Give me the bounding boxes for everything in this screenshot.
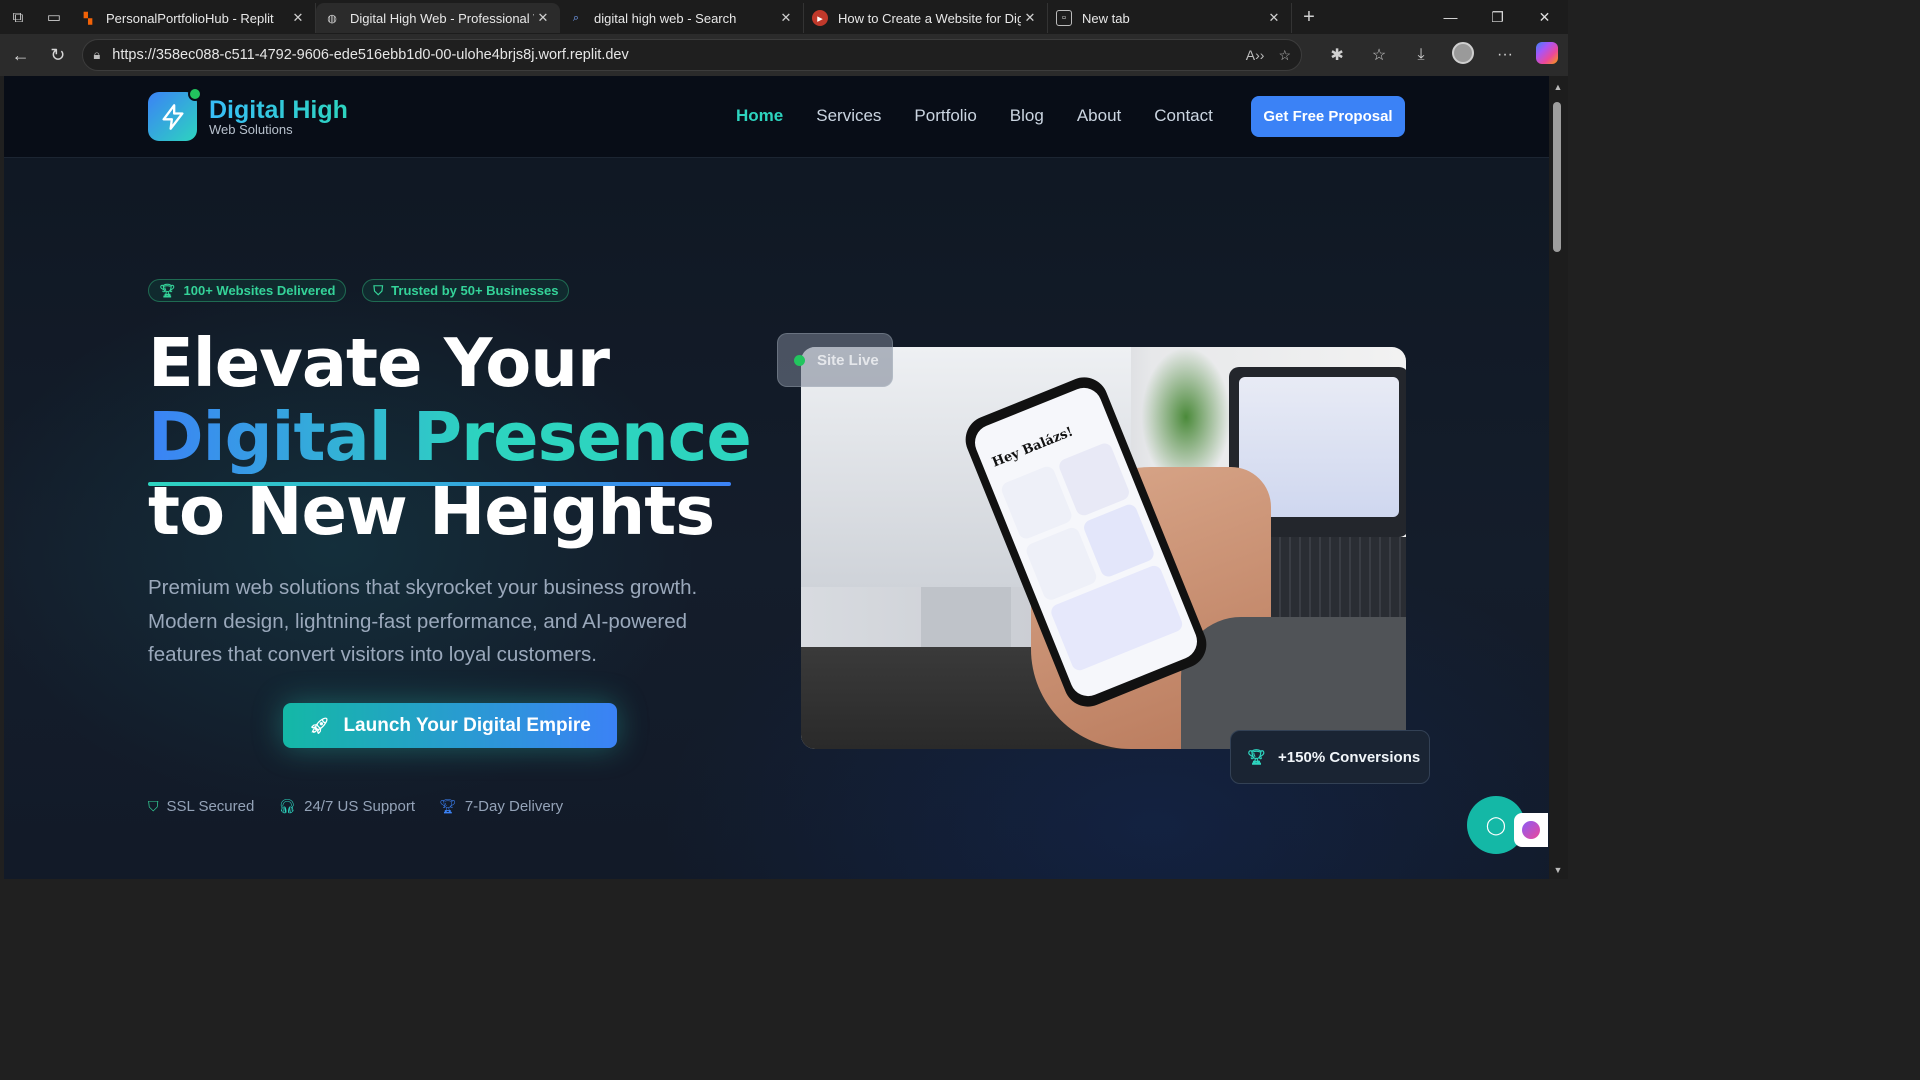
- nav-portfolio[interactable]: Portfolio: [914, 106, 976, 126]
- trophy-icon: 🏆︎: [1247, 749, 1267, 766]
- conversions-label: +150% Conversions: [1278, 748, 1421, 766]
- replit-icon: ▚: [83, 12, 93, 25]
- profile-avatar[interactable]: [1442, 41, 1484, 69]
- headline-underline: [148, 482, 731, 486]
- new-tab-button[interactable]: +: [1292, 6, 1326, 29]
- badge-label: Trusted by 50+ Businesses: [391, 283, 559, 298]
- trust-item-delivery: 🏆︎ 7-Day Delivery: [439, 798, 564, 815]
- copilot-icon[interactable]: [1526, 41, 1568, 69]
- badge-label: 100+ Websites Delivered: [183, 283, 336, 298]
- headline-line-2: Digital Presence: [148, 398, 752, 476]
- nav-home[interactable]: Home: [736, 106, 783, 126]
- hero-photo-phone-dashboard: Hey Balázs!: [801, 347, 1406, 749]
- online-status-dot: [188, 87, 202, 101]
- close-window-icon[interactable]: ✕: [1521, 9, 1568, 26]
- badge-websites-delivered: 🏆︎ 100+ Websites Delivered: [148, 279, 347, 302]
- vertical-tabs-icon[interactable]: ▭: [36, 0, 72, 34]
- tab-title: How to Create a Website for Digit: [838, 10, 1021, 26]
- site-live-label: Site Live: [817, 351, 879, 369]
- read-aloud-icon[interactable]: A››: [1246, 47, 1265, 64]
- close-tab-icon[interactable]: ✕: [1021, 10, 1039, 26]
- newtab-icon: ▫: [1056, 10, 1072, 26]
- logo-subtitle: Web Solutions: [209, 121, 293, 137]
- brain-icon: [1522, 821, 1540, 839]
- logo-title: Digital High: [209, 95, 348, 124]
- youtube-icon: ▸: [812, 10, 828, 26]
- minimize-icon[interactable]: —: [1427, 9, 1474, 26]
- conversions-stat-chip: 🏆︎ +150% Conversions: [1230, 730, 1430, 784]
- ai-assistant-button[interactable]: [1514, 813, 1548, 847]
- more-menu-icon[interactable]: ···: [1484, 46, 1526, 64]
- trust-item-ssl: ⛉ SSL Secured: [148, 798, 255, 815]
- shield-icon: ⛉: [148, 798, 159, 814]
- address-toolbar: ← ↻ 🔒︎ https://358ec088-c511-4792-9606-e…: [0, 34, 1568, 76]
- globe-icon: ◍: [327, 12, 337, 25]
- site-logo[interactable]: Digital High Web Solutions: [148, 87, 348, 141]
- browser-tab[interactable]: ▚ PersonalPortfolioHub - Replit ✕: [72, 3, 316, 33]
- nav-about[interactable]: About: [1077, 106, 1121, 126]
- tab-title: digital high web - Search: [594, 10, 737, 26]
- browser-tab[interactable]: ⌕ digital high web - Search ✕: [560, 3, 804, 33]
- close-tab-icon[interactable]: ✕: [1265, 10, 1283, 26]
- back-icon[interactable]: ←: [2, 45, 39, 66]
- tab-title: New tab: [1082, 10, 1130, 26]
- hero-headline: Elevate Your Digital Presence to New Hei…: [148, 324, 752, 548]
- restore-icon[interactable]: ❐: [1474, 9, 1521, 26]
- page-scrollbar[interactable]: ▲ ▼: [1549, 76, 1568, 879]
- downloads-icon[interactable]: ⤓: [1400, 46, 1442, 64]
- get-free-proposal-button[interactable]: Get Free Proposal: [1251, 96, 1405, 137]
- favorite-star-icon[interactable]: ☆: [1278, 47, 1291, 64]
- site-header: Digital High Web Solutions Home Services…: [4, 76, 1549, 158]
- nav-services[interactable]: Services: [816, 106, 881, 126]
- headphones-icon: 🎧︎: [278, 798, 297, 814]
- hero-badges: 🏆︎ 100+ Websites Delivered ⛉ Trusted by …: [148, 279, 570, 302]
- address-bar[interactable]: 🔒︎ https://358ec088-c511-4792-9606-ede51…: [82, 39, 1303, 71]
- url-text: https://358ec088-c511-4792-9606-ede516eb…: [112, 47, 629, 63]
- tab-title: PersonalPortfolioHub - Replit: [106, 10, 274, 26]
- site-live-status-chip: Site Live: [777, 333, 893, 387]
- live-status-dot: [794, 354, 805, 366]
- scroll-up-icon[interactable]: ▲: [1553, 82, 1563, 92]
- hero-lead-text: Premium web solutions that skyrocket you…: [148, 576, 698, 666]
- window-controls: — ❐ ✕: [1427, 9, 1568, 26]
- page-viewport: Digital High Web Solutions Home Services…: [4, 76, 1549, 879]
- extensions-icon[interactable]: ✱: [1316, 45, 1358, 65]
- close-tab-icon[interactable]: ✕: [534, 10, 552, 26]
- trust-item-support: 🎧︎ 24/7 US Support: [278, 798, 416, 815]
- browser-tab[interactable]: ▫ New tab ✕: [1048, 3, 1292, 33]
- scrollbar-thumb[interactable]: [1553, 102, 1561, 252]
- close-tab-icon[interactable]: ✕: [289, 10, 307, 26]
- search-icon: ⌕: [572, 11, 580, 24]
- trust-indicators: ⛉ SSL Secured 🎧︎ 24/7 US Support 🏆︎ 7-Da…: [148, 798, 563, 815]
- workspaces-icon[interactable]: ⧉: [0, 0, 36, 34]
- browser-tab-bar: ⧉ ▭ ▚ PersonalPortfolioHub - Replit ✕ ◍ …: [0, 0, 1568, 34]
- rocket-icon: 🚀︎: [309, 717, 330, 735]
- nav-contact[interactable]: Contact: [1154, 106, 1213, 126]
- site-info-icon[interactable]: 🔒︎: [93, 47, 100, 63]
- trophy-icon: 🏆︎: [439, 798, 457, 814]
- nav-blog[interactable]: Blog: [1010, 106, 1044, 126]
- browser-tab-active[interactable]: ◍ Digital High Web - Professional W ✕: [316, 3, 560, 33]
- launch-button-label: Launch Your Digital Empire: [343, 714, 591, 736]
- favorites-icon[interactable]: ☆: [1358, 45, 1400, 65]
- launch-digital-empire-button[interactable]: 🚀︎ Launch Your Digital Empire: [283, 703, 617, 748]
- main-nav: Home Services Portfolio Blog About Conta…: [736, 106, 1246, 126]
- browser-tab[interactable]: ▸ How to Create a Website for Digit ✕: [804, 3, 1048, 33]
- lightning-icon: [148, 87, 202, 141]
- shield-icon: ⛉: [373, 282, 384, 298]
- chat-bubble-icon: ◯: [1485, 814, 1507, 835]
- close-tab-icon[interactable]: ✕: [777, 10, 795, 26]
- trophy-icon: 🏆︎: [159, 282, 176, 298]
- refresh-icon[interactable]: ↻: [39, 45, 76, 66]
- badge-trusted-businesses: ⛉ Trusted by 50+ Businesses: [362, 279, 570, 302]
- tab-title: Digital High Web - Professional W: [350, 10, 534, 26]
- scroll-down-icon[interactable]: ▼: [1553, 865, 1563, 875]
- headline-line-1: Elevate Your: [148, 324, 610, 402]
